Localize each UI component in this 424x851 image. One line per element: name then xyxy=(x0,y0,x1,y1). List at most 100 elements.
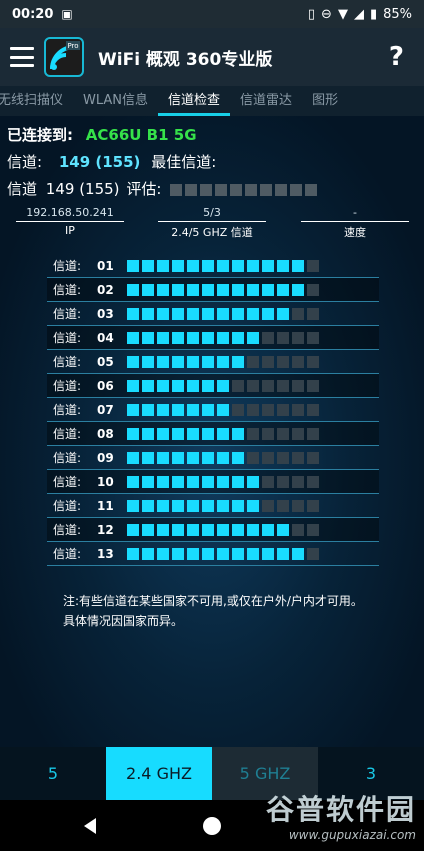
rating-segment xyxy=(170,183,183,196)
rating-channel: 149 (155) xyxy=(45,180,120,198)
channel-level-bar xyxy=(127,547,319,560)
rating-segment xyxy=(275,183,288,196)
channel-level-segment xyxy=(277,331,289,344)
channel-level-segment xyxy=(247,331,259,344)
app-logo: Pro xyxy=(44,37,84,77)
note-text: 注:有些信道在某些国家不可用,或仅在户外/户内才可用。具体情况因国家而异。 xyxy=(63,594,363,628)
channel-level-segment xyxy=(202,355,214,368)
home-icon[interactable] xyxy=(203,816,221,835)
tab-graph[interactable]: 图形 xyxy=(302,86,348,116)
help-button[interactable]: ? xyxy=(389,42,414,72)
channel-row: 信道: 06 xyxy=(47,374,379,398)
channel-level-segment xyxy=(187,475,199,488)
channel-level-segment xyxy=(277,427,289,440)
channel-level-segment xyxy=(157,427,169,440)
app-title: WiFi 概观 360专业版 xyxy=(98,49,273,70)
band-value: 5/3 xyxy=(158,206,266,222)
channel-level-segment xyxy=(172,523,184,536)
channel-level-segment xyxy=(262,379,274,392)
channel-level-segment xyxy=(232,475,244,488)
channel-level-segment xyxy=(277,307,289,320)
channel-level-segment xyxy=(172,307,184,320)
channel-level-segment xyxy=(247,403,259,416)
tab-wireless-scanner[interactable]: 无线扫描仪 xyxy=(0,86,73,116)
stats-row: 192.168.50.241 IP 5/3 2.4/5 GHZ 信道 - 速度 xyxy=(16,206,409,240)
watermark: 谷普软件园 www.gupuxiazai.com xyxy=(266,788,416,842)
channel-level-segment xyxy=(142,475,154,488)
channel-level-segment xyxy=(277,403,289,416)
channel-level-segment xyxy=(172,283,184,296)
channel-level-segment xyxy=(172,331,184,344)
channel-level-segment xyxy=(157,547,169,560)
channel-level-segment xyxy=(232,259,244,272)
channel-row: 信道: 01 xyxy=(47,254,379,278)
channel-number: 01 xyxy=(97,258,114,273)
connected-line: 已连接到: AC66U B1 5G xyxy=(7,124,197,145)
channel-level-segment xyxy=(217,523,229,536)
channel-level-segment xyxy=(127,475,139,488)
channel-level-segment xyxy=(217,283,229,296)
channel-level-segment xyxy=(292,307,304,320)
channel-row-label: 信道: xyxy=(53,451,82,465)
tab-channel-radar[interactable]: 信道雷达 xyxy=(230,86,302,116)
channel-value: 149 (155) xyxy=(58,153,141,171)
channel-line: 信道: 149 (155) 最佳信道: xyxy=(7,151,216,172)
channel-level-bar xyxy=(127,283,319,296)
channel-level-segment xyxy=(157,379,169,392)
channel-level-segment xyxy=(232,523,244,536)
channel-number: 06 xyxy=(97,378,114,393)
tab-channel-check[interactable]: 信道检查 xyxy=(158,86,231,116)
channel-level-segment xyxy=(232,379,244,392)
channel-level-segment xyxy=(232,283,244,296)
channel-level-segment xyxy=(127,355,139,368)
rating-segment xyxy=(230,183,243,196)
channel-level-segment xyxy=(187,451,199,464)
channel-level-segment xyxy=(202,307,214,320)
channel-level-segment xyxy=(307,307,319,320)
channel-level-segment xyxy=(292,475,304,488)
back-icon[interactable] xyxy=(84,817,96,834)
wifi-icon: ▼ xyxy=(337,6,348,22)
ssid-value: AC66U B1 5G xyxy=(85,126,197,144)
channel-level-segment xyxy=(142,427,154,440)
channel-level-segment xyxy=(142,523,154,536)
channel-level-bar xyxy=(127,427,319,440)
channel-level-segment xyxy=(202,475,214,488)
channel-level-segment xyxy=(277,475,289,488)
channel-row-label: 信道: xyxy=(53,499,82,513)
tab-wlan-info[interactable]: WLAN信息 xyxy=(73,86,158,116)
rating-segment xyxy=(200,183,213,196)
bottom-tab-24ghz[interactable]: 2.4 GHZ xyxy=(106,747,212,800)
channel-check-panel: 已连接到: AC66U B1 5G 信道: 149 (155) 最佳信道: 信道… xyxy=(0,116,424,747)
channel-level-bar xyxy=(127,259,319,272)
channel-level-segment xyxy=(292,355,304,368)
vibrate-icon: ▯ xyxy=(307,6,316,22)
channel-level-segment xyxy=(142,547,154,560)
channel-level-bar xyxy=(127,379,319,392)
channel-row: 信道: 13 xyxy=(47,542,379,566)
channel-level-segment xyxy=(142,307,154,320)
channel-level-segment xyxy=(142,331,154,344)
app-bar: Pro WiFi 概观 360专业版 ? xyxy=(0,28,424,86)
channel-list: 信道: 01 信道: 02 信道: 03 信道: 04 信道: 05 信道: 06 信道: 07 信道: 08… xyxy=(47,254,379,566)
channel-number: 11 xyxy=(97,498,114,513)
signal-icon: ◢ xyxy=(353,6,364,22)
channel-level-segment xyxy=(157,307,169,320)
channel-level-segment xyxy=(232,547,244,560)
channel-level-segment xyxy=(232,355,244,368)
channel-level-segment xyxy=(247,523,259,536)
channel-level-segment xyxy=(247,307,259,320)
menu-icon[interactable] xyxy=(10,47,34,67)
channel-level-segment xyxy=(217,403,229,416)
channel-level-segment xyxy=(217,307,229,320)
channel-level-bar xyxy=(127,475,319,488)
channel-level-segment xyxy=(247,451,259,464)
channel-level-segment xyxy=(262,403,274,416)
channel-level-segment xyxy=(292,547,304,560)
channel-level-segment xyxy=(187,523,199,536)
channel-level-segment xyxy=(217,499,229,512)
channel-level-segment xyxy=(127,331,139,344)
bottom-tab-5[interactable]: 5 xyxy=(0,747,106,800)
channel-level-segment xyxy=(292,427,304,440)
channel-level-segment xyxy=(217,427,229,440)
